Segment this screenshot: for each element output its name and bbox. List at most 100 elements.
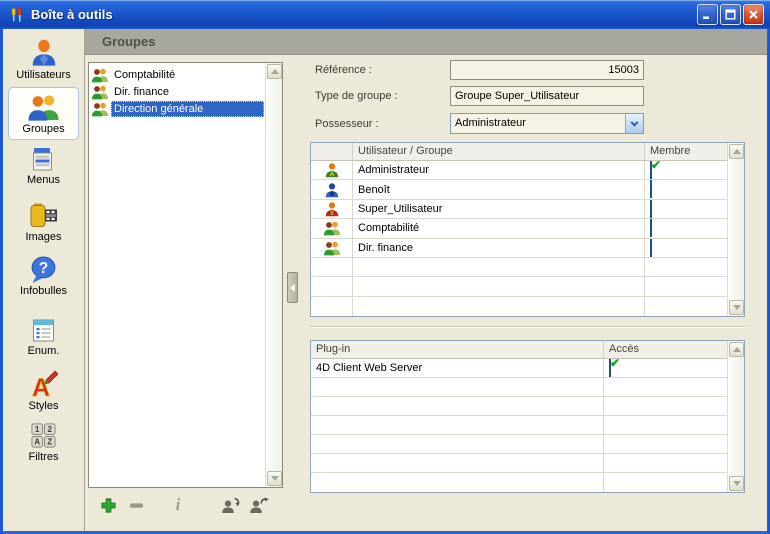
maximize-button[interactable] [720, 4, 741, 25]
sidebar-item-label: Groupes [3, 123, 84, 135]
section-header: Groupes [85, 29, 767, 55]
svg-text:A: A [329, 172, 334, 178]
table-row-empty [311, 378, 727, 397]
toolbox-app-icon [9, 7, 25, 23]
maximize-icon [725, 9, 736, 20]
reference-label: Référence : [315, 64, 372, 76]
icon-column-header [311, 143, 352, 160]
scroll-up-button[interactable] [729, 342, 744, 357]
member-name: Super_Utilisateur [353, 203, 442, 215]
plugins-table-scrollbar[interactable] [727, 341, 744, 492]
scroll-up-button[interactable] [729, 144, 744, 159]
chevron-up-icon [271, 69, 279, 74]
sidebar-item-label: Utilisateurs [3, 69, 84, 81]
dropdown-button[interactable] [625, 114, 643, 133]
plugin-column-header: Plug-in [311, 341, 603, 358]
access-checkbox[interactable] [609, 359, 611, 377]
list-item-label: Comptabilité [111, 67, 264, 83]
export-users-button[interactable] [249, 495, 269, 515]
member-checkbox[interactable] [650, 161, 652, 179]
user-icon [324, 182, 340, 198]
title-bar[interactable]: Boîte à outils [0, 0, 770, 29]
sidebar-item-filtres[interactable]: 12AZ Filtres [3, 421, 84, 463]
list-item-direction-generale[interactable]: Direction générale [89, 100, 265, 117]
sidebar-item-enum[interactable]: Enum. [3, 316, 84, 357]
group-list-scrollbar[interactable] [265, 63, 282, 487]
group-type-field[interactable] [450, 86, 644, 106]
group-list: Comptabilité Dir. finance Direction géné… [88, 62, 283, 488]
export-user-icon [249, 496, 269, 514]
scroll-down-button[interactable] [729, 300, 744, 315]
scroll-down-button[interactable] [729, 476, 744, 491]
table-row-empty [311, 416, 727, 435]
info-icon: i [176, 497, 181, 513]
list-item-comptabilite[interactable]: Comptabilité [89, 66, 265, 83]
import-users-button[interactable] [221, 495, 241, 515]
sidebar-item-label: Filtres [3, 451, 84, 463]
chevron-up-icon [733, 347, 741, 352]
owner-dropdown[interactable]: Administrateur [450, 113, 644, 134]
section-divider [310, 326, 745, 328]
scroll-up-button[interactable] [267, 64, 282, 79]
table-row[interactable]: Dir. finance [311, 239, 727, 258]
user-group-column-header: Utilisateur / Groupe [352, 143, 644, 160]
app-window: Boîte à outils Utilisateurs [0, 0, 770, 534]
sidebar-item-images[interactable]: Images [3, 201, 84, 243]
svg-text:A: A [31, 374, 49, 399]
splitter-handle[interactable] [287, 272, 298, 303]
keyboard-keys-icon: 12AZ [29, 421, 58, 450]
add-group-button[interactable] [98, 495, 118, 515]
member-column-header: Membre [644, 143, 728, 160]
member-name: Benoît [353, 184, 390, 196]
list-item-label: Dir. finance [111, 84, 264, 100]
sidebar-item-groupes[interactable]: Groupes [3, 92, 84, 135]
reference-field[interactable] [450, 60, 644, 80]
table-row[interactable]: S Super_Utilisateur [311, 200, 727, 219]
menus-icon [31, 147, 57, 173]
table-row-empty [311, 454, 727, 473]
minimize-button[interactable] [697, 4, 718, 25]
member-checkbox[interactable] [650, 219, 652, 237]
plugin-name: 4D Client Web Server [311, 362, 422, 374]
list-item-label: Direction générale [111, 101, 264, 117]
sidebar-item-label: Infobulles [3, 285, 84, 297]
collapse-arrow-icon [290, 284, 295, 292]
table-row[interactable]: 4D Client Web Server [311, 359, 727, 378]
close-button[interactable] [743, 4, 764, 25]
table-row-empty [311, 297, 727, 316]
group-icon [324, 220, 340, 236]
table-row[interactable]: Comptabilité [311, 219, 727, 238]
info-button[interactable]: i [168, 495, 188, 515]
superuser-icon: S [324, 201, 340, 217]
svg-text:Z: Z [47, 438, 52, 447]
admin-user-icon: A [324, 162, 340, 178]
chevron-up-icon [733, 149, 741, 154]
sidebar-item-utilisateurs[interactable]: Utilisateurs [3, 37, 84, 81]
sidebar-item-infobulles[interactable]: ? Infobulles [3, 255, 84, 297]
delete-group-button[interactable] [126, 495, 146, 515]
sidebar-item-menus[interactable]: Menus [3, 147, 84, 186]
notepad-icon [30, 316, 58, 344]
table-row[interactable]: A Administrateur [311, 161, 727, 180]
members-table-scrollbar[interactable] [727, 143, 744, 316]
member-checkbox[interactable] [650, 180, 652, 198]
scroll-down-button[interactable] [267, 471, 282, 486]
group-icon [92, 84, 108, 100]
plugins-table: Plug-in Accès 4D Client Web Server [310, 340, 745, 493]
sidebar-item-styles[interactable]: A Styles [3, 369, 84, 412]
table-row[interactable]: Benoît [311, 180, 727, 199]
tooltip-question-icon: ? [29, 255, 58, 284]
sidebar-item-label: Enum. [3, 345, 84, 357]
sidebar-item-label: Images [3, 231, 84, 243]
group-icon [92, 67, 108, 83]
list-item-dir-finance[interactable]: Dir. finance [89, 83, 265, 100]
svg-text:A: A [34, 438, 40, 447]
group-icon [324, 240, 340, 256]
close-icon [748, 9, 759, 20]
member-checkbox[interactable] [650, 239, 652, 257]
window-title: Boîte à outils [31, 7, 113, 22]
member-name: Dir. finance [353, 242, 413, 254]
member-checkbox[interactable] [650, 200, 652, 218]
table-row-empty [311, 435, 727, 454]
group-type-label: Type de groupe : [315, 90, 398, 102]
